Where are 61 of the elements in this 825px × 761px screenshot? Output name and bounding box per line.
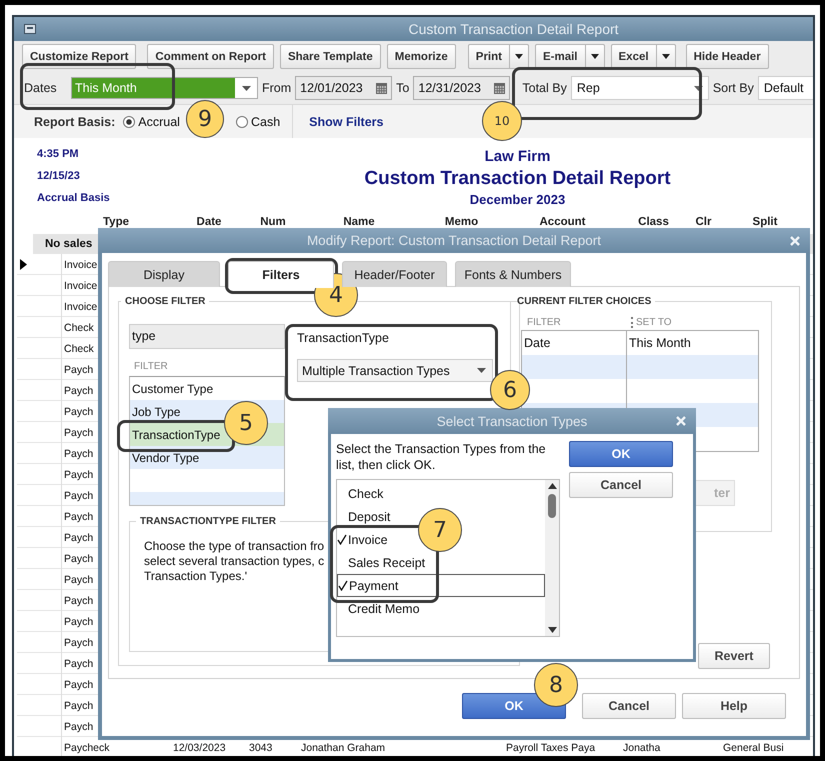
table-cell: This Month [629,336,691,350]
group-heading: CHOOSE FILTER [124,296,206,307]
group-heading: No sales [45,238,92,250]
report-time: 4:35 PM [37,148,80,162]
to-label: To [396,81,410,95]
table-cell: Paych [64,384,94,396]
radio-label: Cash [250,114,280,128]
table-cell: Paycheck [64,742,110,754]
table-cell: Paych [64,406,94,418]
group-heading: CURRENT FILTER CHOICES [516,296,652,307]
table-cell: Invoice [64,258,98,270]
total-by-label: Total By [522,81,567,95]
description-text: select several transaction types, c [144,554,324,569]
table-cell: Paych [64,510,94,522]
table-cell: Paych [64,426,94,438]
report-basis-label: Report Basis: [34,114,116,128]
table-cell: Paych [64,678,94,690]
dialog-title: Select Transaction Types [436,414,588,428]
table-cell: Paych [64,636,94,648]
table-cell: Paych [64,490,94,502]
report-title: Custom Transaction Detail Report [364,168,671,190]
table-cell: Paych [64,700,94,712]
table-cell: 3043 [249,742,272,754]
description-text: Transaction Types.' [144,569,248,584]
table-cell: General Busi [723,742,784,754]
description-text: Choose the type of transaction fro [144,539,324,554]
list-heading: FILTER [134,361,169,372]
report-period: December 2023 [470,192,566,207]
table-cell: 12/03/2023 [173,742,226,754]
table-cell: Invoice [64,280,98,292]
table-cell: Date [524,336,550,350]
table-cell: Paych [64,364,94,376]
window-title: Custom Transaction Detail Report [407,21,620,37]
field-label: TransactionType [297,331,389,345]
instructions-text: Select the Transaction Types from the list, then click OK. [336,441,547,473]
company-name: Law Firm [484,148,550,165]
radio-label: Accrual [138,114,180,128]
table-cell: Paych [64,468,94,480]
dates-label: Dates [24,81,58,95]
sort-by-label: Sort By [712,81,754,95]
table-cell: Paych [64,720,94,732]
table-cell: Paych [64,594,94,606]
column-header: SET TO [631,317,672,328]
table-cell: Payroll Taxes Paya [506,742,596,754]
group-heading: TRANSACTIONTYPE FILTER [139,516,277,527]
table-cell: Check [64,322,94,334]
table-cell: Jonathan Graham [301,742,386,754]
report-basis: Accrual Basis [37,192,111,206]
table-cell: Paych [64,532,94,544]
table-cell: Paych [64,448,94,460]
dialog-title: Modify Report: Custom Transaction Detail Report [306,233,602,248]
report-date: 12/15/23 [37,170,81,184]
column-header: FILTER [527,317,562,328]
table-cell: Paych [64,552,94,564]
table-cell: Jonatha [623,742,660,754]
table-cell: Paych [64,574,94,586]
table-cell: Check [64,342,94,354]
table-cell: Paych [64,616,94,628]
from-label: From [262,81,292,95]
table-cell: Paych [64,658,94,670]
table-cell: Invoice [64,300,98,312]
